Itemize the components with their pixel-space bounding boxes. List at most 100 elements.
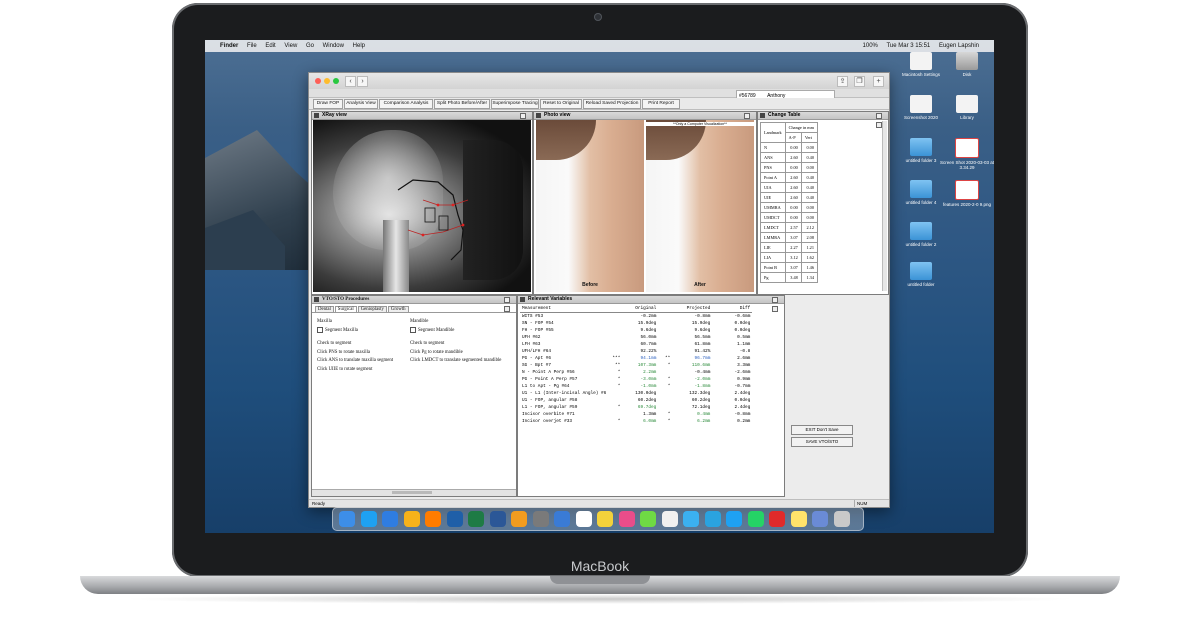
landmark-point[interactable] xyxy=(436,203,440,207)
change-table-row: UIA 2.60 0.40 xyxy=(760,182,818,193)
landmark-point[interactable] xyxy=(461,223,465,227)
dock-mail-icon[interactable] xyxy=(554,511,570,527)
dock-upwork-icon[interactable] xyxy=(640,511,656,527)
split-photo-button[interactable]: Split Photo Before/After xyxy=(434,99,490,109)
menu-item-file[interactable]: File xyxy=(247,43,257,49)
tab-growth[interactable]: Growth xyxy=(387,306,409,312)
dock-itunes-icon[interactable] xyxy=(661,511,678,527)
dock-calendar-icon[interactable] xyxy=(575,511,592,527)
ap-cell: 2.60 xyxy=(784,152,802,163)
original-flag: * xyxy=(617,377,621,382)
battery-status[interactable]: 100% xyxy=(863,43,878,49)
superimpose-tracing-button[interactable]: Superimpose Tracing xyxy=(491,99,539,109)
dock-telegram-icon[interactable] xyxy=(704,511,721,527)
photo-before[interactable]: Before xyxy=(536,120,644,292)
dock-pages-icon[interactable] xyxy=(511,511,527,527)
landmark-cell: UMMRA xyxy=(760,202,786,213)
panel-window-buttons[interactable] xyxy=(743,113,754,128)
projected-flag: * xyxy=(667,363,671,368)
tab-dental[interactable]: Dental xyxy=(315,306,334,312)
dock-sketch-icon[interactable] xyxy=(403,511,420,527)
new-tab-plus-icon[interactable]: + xyxy=(873,76,884,87)
dock-skype-icon[interactable] xyxy=(360,511,377,527)
desktop-icon[interactable]: Library xyxy=(935,95,994,120)
save-vto-sto-button[interactable]: SAVE VTO/STO xyxy=(791,437,853,447)
dock-safari-icon[interactable] xyxy=(382,511,398,527)
reset-to-original-button[interactable]: Reset to Original xyxy=(540,99,582,109)
dock-downloads-icon[interactable] xyxy=(812,511,828,527)
folder-icon xyxy=(910,138,932,156)
dock-opera-icon[interactable] xyxy=(769,511,785,527)
exit-dont-save-button[interactable]: EXIT Don't Save xyxy=(791,425,853,435)
close-window-button[interactable] xyxy=(315,78,321,84)
segment-mandible-checkbox[interactable]: Segment Mandible xyxy=(410,326,514,336)
dock-finder-icon[interactable] xyxy=(339,511,355,527)
dock-illustrator-icon[interactable] xyxy=(425,511,441,527)
panel-window-buttons[interactable] xyxy=(519,113,530,128)
num-lock-indicator: NUM xyxy=(854,500,883,507)
comparison-analysis-button[interactable]: Comparison Analysis xyxy=(379,99,433,109)
landmark-cell: PNS xyxy=(760,162,786,173)
menu-item-edit[interactable]: Edit xyxy=(265,43,275,49)
landmark-header: Landmark xyxy=(760,122,786,143)
dock-notes-icon[interactable] xyxy=(597,511,613,527)
share-icon[interactable]: ⇪ xyxy=(837,76,848,87)
cephalometric-tracing xyxy=(397,179,469,261)
checkbox-icon[interactable] xyxy=(410,326,416,333)
reload-saved-projection-button[interactable]: Reload Saved Projection xyxy=(583,99,641,109)
draw-fop-button[interactable]: Draw FOP xyxy=(313,99,343,109)
back-arrow-icon[interactable]: ‹ xyxy=(345,76,356,87)
ap-cell: 2.27 xyxy=(784,242,802,253)
zoom-window-button[interactable] xyxy=(333,78,339,84)
scrollbar-thumb[interactable] xyxy=(392,491,432,494)
diff-cell: -0.8mm xyxy=(734,412,751,417)
dock-photos-icon[interactable] xyxy=(618,511,635,527)
tab-surgical[interactable]: Surgical xyxy=(334,306,357,312)
desktop-icon[interactable]: untitled folder xyxy=(889,262,953,287)
tabs-icon[interactable]: ❐ xyxy=(854,76,865,87)
xray-image[interactable] xyxy=(313,120,531,292)
landmark-point[interactable] xyxy=(421,233,425,237)
print-report-button[interactable]: Print Report xyxy=(642,99,680,109)
menu-item-view[interactable]: View xyxy=(284,43,297,49)
user-menu[interactable]: Eugen Lapshin xyxy=(939,43,979,49)
desktop-icon[interactable]: Disk xyxy=(935,52,994,77)
tab-genioplasty[interactable]: Genioplasty xyxy=(357,306,387,312)
photo-after[interactable]: **Only a Computer Visualization** After xyxy=(646,120,754,292)
desktop-icon[interactable]: untitled folder 2 xyxy=(889,222,953,247)
dock-word-icon[interactable] xyxy=(489,511,506,527)
menu-item-help[interactable]: Help xyxy=(353,43,365,49)
status-text: Ready xyxy=(312,501,326,506)
forward-arrow-icon[interactable]: › xyxy=(357,76,368,87)
panel-window-buttons[interactable] xyxy=(771,297,782,312)
dock-stickies-icon[interactable] xyxy=(790,511,807,527)
vert-cell: 1.21 xyxy=(800,242,818,253)
analysis-view-button[interactable]: Analysis View xyxy=(344,99,378,109)
segment-maxilla-checkbox[interactable]: Segment Maxilla xyxy=(317,326,412,336)
dock-trash-icon[interactable] xyxy=(833,511,850,527)
measurement-cell: PG - Point A Perp #57 xyxy=(522,377,578,382)
checkbox-icon[interactable] xyxy=(317,326,323,333)
change-table-scrollbar[interactable] xyxy=(882,121,887,291)
maxilla-heading: Maxilla xyxy=(317,319,332,324)
dock-skype2-icon[interactable] xyxy=(726,511,742,527)
panel-window-buttons[interactable] xyxy=(875,113,886,128)
menu-item-finder[interactable]: Finder xyxy=(220,43,238,49)
original-flag: * xyxy=(617,405,621,410)
menu-item-window[interactable]: Window xyxy=(323,43,344,49)
panel-window-buttons[interactable] xyxy=(503,297,514,312)
vto-horizontal-scrollbar[interactable] xyxy=(312,489,516,496)
after-label: After xyxy=(694,282,706,288)
dock-preview-icon[interactable] xyxy=(532,511,549,527)
minimize-window-button[interactable] xyxy=(324,78,330,84)
landmark-point[interactable] xyxy=(451,203,455,207)
desktop-icon[interactable]: Screen Shot 2020-03-03 at 3.34.29 xyxy=(935,138,994,170)
desktop-icon[interactable]: features 2020-2-0 9.png xyxy=(935,180,994,207)
vert-cell: 1.46 xyxy=(800,262,818,273)
dock-photoshop-icon[interactable] xyxy=(446,511,463,527)
clock[interactable]: Tue Mar 3 15:51 xyxy=(886,43,930,49)
dock-messages-icon[interactable] xyxy=(683,511,699,527)
menu-item-go[interactable]: Go xyxy=(306,43,314,49)
dock-excel-icon[interactable] xyxy=(468,511,484,527)
dock-whatsapp-icon[interactable] xyxy=(747,511,764,527)
